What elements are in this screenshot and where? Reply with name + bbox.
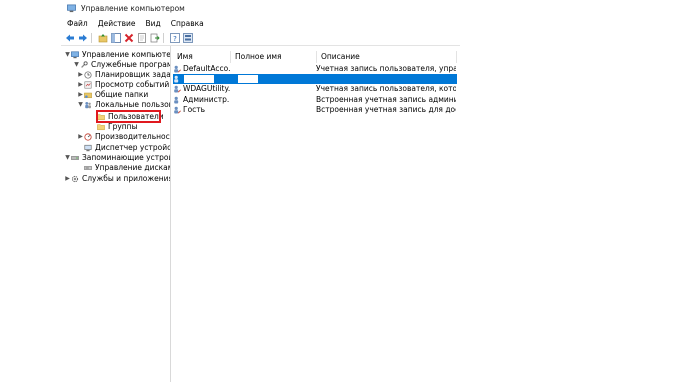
column-divider[interactable] [456, 51, 457, 63]
tree-item-groups[interactable]: Группы [97, 122, 138, 131]
chevron-down-icon[interactable]: ▼ [73, 60, 80, 69]
user-icon [174, 85, 181, 93]
chevron-down-icon[interactable]: ▼ [77, 100, 84, 109]
delete-icon[interactable] [123, 33, 134, 44]
disk-icon [84, 165, 92, 170]
menu-file[interactable]: Файл [67, 19, 88, 28]
tree-item-services-apps[interactable]: ▶ Службы и приложения [64, 174, 171, 183]
back-icon[interactable] [64, 33, 75, 44]
redacted-text [238, 75, 258, 83]
highlight-frame [96, 110, 161, 123]
table-row[interactable]: WDAGUtility... Учетная запись пользовате… [173, 84, 457, 94]
tree-item-label: Диспетчер устройств [95, 143, 171, 152]
performance-icon [84, 132, 92, 141]
column-divider[interactable] [230, 51, 231, 63]
row-full-name [230, 75, 316, 83]
chevron-right-icon[interactable]: ▶ [77, 90, 84, 99]
help-icon[interactable]: ? [169, 33, 180, 44]
tools-icon [81, 60, 88, 68]
redacted-text [184, 75, 214, 83]
table-row-selected[interactable] [173, 74, 457, 84]
row-description: Учетная запись пользователя, которая ... [316, 84, 456, 93]
column-header-name[interactable]: Имя [177, 52, 193, 62]
folder-icon [97, 123, 105, 130]
tree-item-disk-management[interactable]: Управление дисками [84, 163, 171, 172]
tree-item-label: Локальные пользоват [95, 100, 170, 109]
tree-item-label: Управление дисками [95, 163, 171, 172]
computer-management-window: Управление компьютером Файл Действие Вид… [61, 0, 460, 382]
tree-item-label: Производительность [95, 132, 171, 141]
window-title: Управление компьютером [81, 3, 185, 13]
tree-item-device-manager[interactable]: Диспетчер устройств [84, 143, 171, 152]
event-viewer-icon [84, 81, 92, 88]
row-name: Гость [183, 105, 206, 114]
tree-item-event-viewer[interactable]: ▶ Просмотр событий [77, 80, 169, 89]
storage-icon [71, 155, 79, 160]
tree-item-storage[interactable]: ▼ Запоминающие устройст [64, 153, 170, 162]
view-icon[interactable] [182, 33, 193, 44]
tree-item-label: Служебные программы [91, 60, 170, 69]
row-name: Администр... [183, 95, 230, 104]
tree-item-root[interactable]: ▼ Управление компьютером (л [64, 50, 171, 59]
chevron-down-icon[interactable]: ▼ [64, 153, 71, 162]
menu-view[interactable]: Вид [145, 19, 160, 28]
chevron-right-icon[interactable]: ▶ [77, 80, 84, 89]
export-icon[interactable] [149, 33, 160, 44]
up-folder-icon[interactable] [97, 33, 108, 44]
tree-item-label: Управление компьютером (л [82, 50, 171, 59]
table-row[interactable]: Гость Встроенная учетная запись для дост… [173, 105, 457, 115]
tree-item-label: Запоминающие устройст [82, 153, 170, 162]
forward-icon[interactable] [77, 33, 88, 44]
tree-item-label: Просмотр событий [95, 80, 170, 89]
row-description: Встроенная учетная запись администра... [316, 95, 456, 104]
tree-item-shared-folders[interactable]: ▶ Общие папки [77, 90, 148, 99]
toolbar: ? [61, 31, 460, 46]
users-list-view: Имя Полное имя Описание DefaultAcco... У… [173, 46, 460, 382]
table-row[interactable]: DefaultAcco... Учетная запись пользовате… [173, 64, 457, 74]
column-divider[interactable] [316, 51, 317, 63]
computer-management-icon [67, 4, 76, 12]
chevron-down-icon[interactable]: ▼ [64, 50, 71, 59]
tree-item-label: Службы и приложения [82, 174, 171, 183]
clock-icon [84, 70, 92, 79]
menu-action[interactable]: Действие [98, 19, 136, 28]
tree-item-service-tools[interactable]: ▼ Служебные программы [73, 60, 170, 69]
computer-management-icon [71, 50, 79, 58]
user-icon [174, 106, 181, 114]
tree-item-label: Общие папки [95, 90, 149, 99]
row-name: DefaultAcco... [183, 64, 230, 73]
row-name: WDAGUtility... [183, 84, 230, 93]
tree-item-performance[interactable]: ▶ Производительность [77, 132, 171, 141]
title-bar: Управление компьютером [61, 0, 460, 16]
tree-item-label: Группы [108, 122, 138, 131]
tree-item-label: Планировщик задач [95, 70, 171, 79]
tree-item-local-users[interactable]: ▼ Локальные пользоват [77, 100, 170, 109]
services-icon [71, 175, 79, 182]
row-description: Встроенная учетная запись для доступа ..… [316, 105, 456, 114]
user-icon [174, 75, 179, 83]
properties-icon[interactable] [136, 33, 147, 44]
toolbar-separator [163, 33, 164, 43]
chevron-right-icon[interactable]: ▶ [77, 132, 84, 141]
table-row[interactable]: Администр... Встроенная учетная запись а… [173, 95, 457, 105]
toolbar-separator [91, 33, 92, 43]
chevron-right-icon[interactable]: ▶ [77, 70, 84, 79]
users-group-icon [85, 101, 91, 108]
tree-item-task-scheduler[interactable]: ▶ Планировщик задач [77, 70, 171, 79]
show-hide-tree-icon[interactable] [110, 33, 121, 44]
user-icon [174, 65, 181, 73]
svg-text:?: ? [173, 35, 177, 43]
chevron-right-icon[interactable]: ▶ [64, 174, 71, 183]
shared-folder-icon [84, 92, 92, 98]
menu-help[interactable]: Справка [171, 19, 204, 28]
row-description: Учетная запись пользователя, управляе... [316, 64, 456, 73]
console-tree: ▼ Управление компьютером (л ▼ Служебные … [61, 46, 171, 382]
device-manager-icon [84, 144, 92, 151]
menu-bar: Файл Действие Вид Справка [61, 17, 460, 29]
column-header-full-name[interactable]: Полное имя [235, 52, 282, 62]
user-icon [174, 96, 179, 104]
column-header-description[interactable]: Описание [321, 52, 360, 62]
